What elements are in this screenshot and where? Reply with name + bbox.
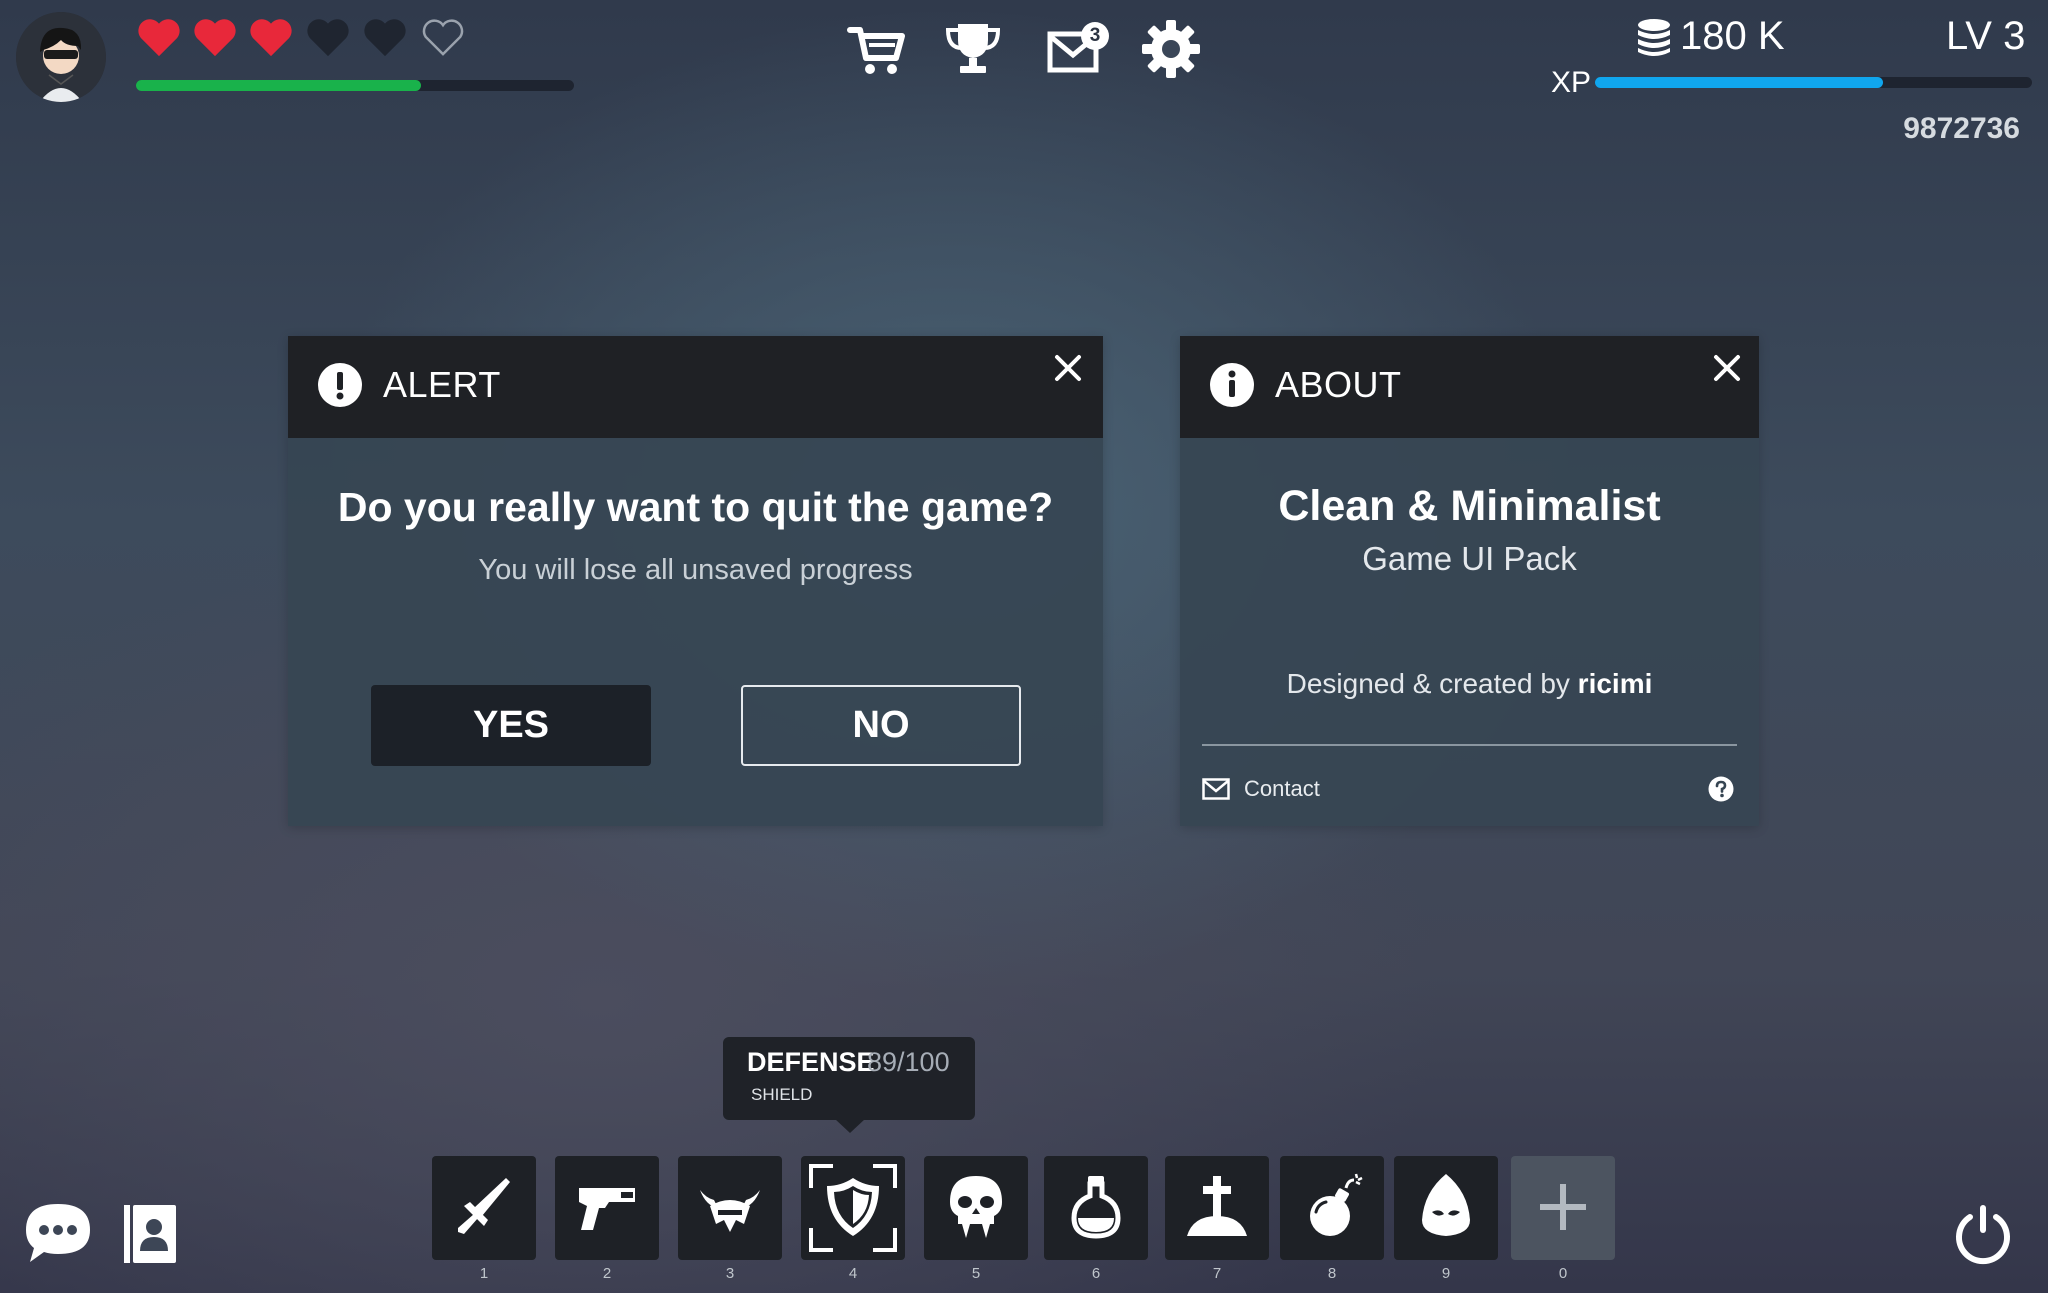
divider (1202, 744, 1737, 746)
heart-empty-icon (305, 16, 351, 58)
info-icon (1209, 362, 1255, 408)
heart-empty-icon (362, 16, 408, 58)
close-icon[interactable] (1048, 348, 1088, 388)
hotbar-slot-6[interactable] (1044, 1156, 1148, 1260)
xp-bar (1595, 77, 2032, 88)
about-dialog: ABOUT Clean & Minimalist Game UI Pack De… (1180, 336, 1759, 826)
health-bar (136, 80, 574, 91)
hotbar-slot-0-empty[interactable] (1511, 1156, 1615, 1260)
settings-icon[interactable] (1140, 18, 1202, 80)
player-level: LV 3 (1946, 14, 2026, 58)
help-icon[interactable] (1708, 776, 1734, 802)
cart-icon[interactable] (846, 18, 908, 80)
about-title: ABOUT (1275, 364, 1402, 405)
contacts-book-icon[interactable] (122, 1205, 178, 1263)
grave-icon (1187, 1176, 1247, 1236)
player-avatar[interactable] (16, 12, 106, 102)
slot-key: 9 (1441, 1265, 1451, 1282)
power-icon[interactable] (1952, 1203, 2014, 1265)
close-icon[interactable] (1707, 348, 1747, 388)
product-name: Clean & Minimalist (1278, 482, 1661, 530)
slot-key: 6 (1091, 1265, 1101, 1282)
slot-key: 4 (848, 1265, 858, 1282)
exclamation-icon (317, 362, 363, 408)
alert-question: Do you really want to quit the game? (337, 484, 1054, 530)
avatar-icon (16, 12, 106, 102)
bomb-icon (1310, 1173, 1363, 1236)
tooltip-arrow (835, 1119, 865, 1133)
heart-full-icon (248, 16, 294, 58)
about-header: ABOUT (1180, 336, 1759, 438)
xp-bar-fill (1595, 77, 1884, 88)
score: 9872736 (1903, 112, 2020, 145)
hotbar-slot-2[interactable] (555, 1156, 659, 1260)
credit-line: Designed & created by ricimi (1180, 668, 1759, 700)
slot-key: 7 (1212, 1265, 1222, 1282)
slot-key: 3 (725, 1265, 735, 1282)
hotbar-slot-7[interactable] (1165, 1156, 1269, 1260)
pistol-icon (579, 1188, 635, 1230)
yes-button[interactable]: YES (371, 685, 651, 766)
alert-subtitle: You will lose all unsaved progress (478, 554, 913, 586)
sword-icon (458, 1178, 510, 1234)
hotbar-slot-5[interactable] (924, 1156, 1028, 1260)
coins-icon (1636, 18, 1672, 58)
contact-link[interactable]: Contact (1244, 776, 1320, 802)
slot-key: 1 (479, 1265, 489, 1282)
alert-title: ALERT (383, 364, 501, 405)
credit-prefix: Designed & created by (1286, 668, 1570, 699)
coins-amount: 180 K (1680, 14, 1785, 58)
chat-icon[interactable] (22, 1200, 94, 1266)
tooltip-title: DEFENSE (747, 1047, 875, 1077)
slot-key: 0 (1558, 1265, 1568, 1282)
xp-label: XP (1551, 66, 1592, 99)
shield-icon (827, 1178, 879, 1236)
tooltip-item-name: SHIELD (751, 1085, 813, 1104)
slot-key: 2 (602, 1265, 612, 1282)
product-subtitle: Game UI Pack (1362, 540, 1577, 577)
potion-icon (1071, 1176, 1121, 1239)
tooltip-value: 89/100 (867, 1047, 950, 1077)
item-tooltip: DEFENSE 89/100 SHIELD (723, 1037, 975, 1120)
heart-outline-icon (420, 16, 466, 58)
hotbar-slot-3[interactable] (678, 1156, 782, 1260)
add-icon (1540, 1184, 1586, 1230)
credit-author[interactable]: ricimi (1578, 668, 1653, 699)
mail-badge: 3 (1081, 22, 1109, 50)
slot-key: 8 (1327, 1265, 1337, 1282)
trophy-icon[interactable] (942, 18, 1004, 80)
hotbar-slot-1[interactable] (432, 1156, 536, 1260)
slot-key: 5 (971, 1265, 981, 1282)
hotbar-slot-9[interactable] (1394, 1156, 1498, 1260)
hotbar-slot-4-selected[interactable] (801, 1156, 905, 1260)
alert-dialog: ALERT Do you really want to quit the gam… (288, 336, 1103, 826)
horned-helmet-icon (700, 1190, 760, 1232)
heart-full-icon (192, 16, 238, 58)
no-button[interactable]: NO (741, 685, 1021, 766)
vampire-skull-icon (950, 1176, 1002, 1238)
alert-header: ALERT (288, 336, 1103, 438)
heart-full-icon (136, 16, 182, 58)
hotbar-slot-8[interactable] (1280, 1156, 1384, 1260)
health-bar-fill (136, 80, 421, 91)
hood-icon (1422, 1174, 1470, 1236)
envelope-icon[interactable] (1202, 778, 1230, 800)
